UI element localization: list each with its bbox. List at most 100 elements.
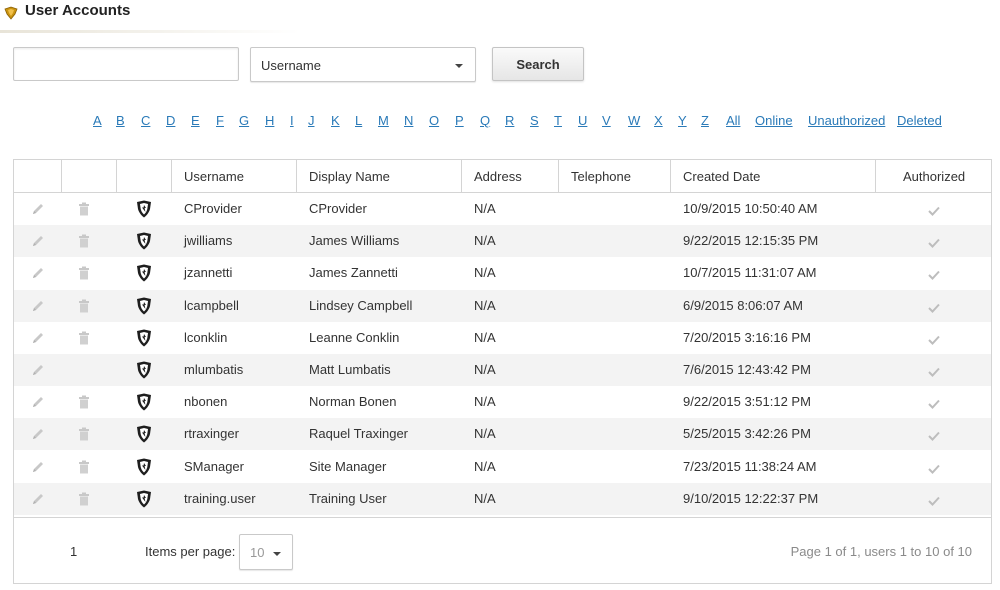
pencil-icon[interactable] (31, 202, 45, 219)
alpha-filter-q[interactable]: Q (480, 113, 490, 128)
trash-icon[interactable] (78, 299, 90, 316)
col-authorized-header[interactable]: Authorized (876, 160, 991, 193)
alpha-filter-r[interactable]: R (505, 113, 514, 128)
col-address-header[interactable]: Address (462, 160, 559, 193)
checkmark-icon (928, 462, 940, 477)
alpha-filter-y[interactable]: Y (678, 113, 687, 128)
alpha-filter-s[interactable]: S (530, 113, 539, 128)
items-per-page-select[interactable]: 10 (239, 534, 293, 570)
alpha-filter-k[interactable]: K (331, 113, 340, 128)
checkmark-icon (928, 236, 940, 251)
alpha-filter-g[interactable]: G (239, 113, 249, 128)
alpha-filter-x[interactable]: X (654, 113, 663, 128)
filter-all[interactable]: All (726, 113, 740, 128)
pencil-icon[interactable] (31, 363, 45, 380)
checkmark-icon (928, 365, 940, 380)
alpha-filter-c[interactable]: C (141, 113, 150, 128)
shield-icon (136, 425, 152, 446)
pencil-icon[interactable] (31, 234, 45, 251)
search-button[interactable]: Search (492, 47, 584, 81)
shield-icon (136, 297, 152, 318)
search-input[interactable] (13, 47, 239, 81)
table-row: mlumbatis Matt Lumbatis N/A 7/6/2015 12:43:… (14, 354, 991, 386)
trash-icon[interactable] (78, 266, 90, 283)
col-username-header[interactable]: Username (172, 160, 297, 193)
alpha-filter-t[interactable]: T (554, 113, 562, 128)
table-row: lconklin Leanne Conklin N/A 7/20/2015 3:16:… (14, 322, 991, 354)
address-cell: N/A (474, 265, 496, 281)
alpha-filter-i[interactable]: I (290, 113, 294, 128)
checkmark-icon (928, 268, 940, 283)
shield-icon (136, 264, 152, 285)
alpha-filter-o[interactable]: O (429, 113, 439, 128)
module-icon (4, 6, 18, 20)
column-header-label: Created Date (683, 169, 761, 184)
alpha-filter-v[interactable]: V (602, 113, 611, 128)
checkmark-icon (928, 204, 940, 219)
trash-icon[interactable] (78, 460, 90, 477)
alpha-filter-l[interactable]: L (355, 113, 362, 128)
shield-icon (136, 490, 152, 511)
display-name-cell: Matt Lumbatis (309, 362, 391, 377)
created-date-cell: 9/10/2015 12:22:37 PM (683, 490, 819, 506)
alpha-filter-m[interactable]: M (378, 113, 389, 128)
alpha-filter-n[interactable]: N (404, 113, 413, 128)
pencil-icon[interactable] (31, 331, 45, 348)
alpha-filter-z[interactable]: Z (701, 113, 709, 128)
title-underline (0, 30, 300, 33)
address-cell: N/A (474, 201, 496, 216)
alpha-filter-d[interactable]: D (166, 113, 175, 128)
filter-deleted[interactable]: Deleted (897, 113, 942, 128)
alpha-filter-a[interactable]: A (93, 113, 102, 128)
address-cell: N/A (474, 362, 496, 377)
filter-unauthorized[interactable]: Unauthorized (808, 113, 885, 128)
alpha-filter-h[interactable]: H (265, 113, 274, 128)
alpha-filter-f[interactable]: F (216, 113, 224, 128)
items-per-page-label: Items per page: (145, 544, 236, 559)
alpha-filter-b[interactable]: B (116, 113, 125, 128)
created-date-cell: 10/9/2015 10:50:40 AM (683, 201, 818, 216)
table-row: lcampbell Lindsey Campbell N/A 6/9/2015 8:0… (14, 289, 991, 322)
search-field-select[interactable]: Username (250, 47, 476, 82)
trash-icon[interactable] (78, 395, 90, 412)
pencil-icon[interactable] (31, 395, 45, 412)
created-date-cell: 9/22/2015 12:15:35 PM (683, 233, 819, 249)
trash-icon[interactable] (78, 202, 90, 219)
alpha-filter-j[interactable]: J (308, 113, 315, 128)
username-cell: rtraxinger (184, 426, 239, 442)
display-name-cell: Lindsey Campbell (309, 297, 413, 313)
trash-icon[interactable] (78, 492, 90, 509)
users-grid: Username Display Name Address Telephone Crea… (13, 159, 992, 584)
chevron-down-icon (455, 64, 463, 68)
column-header-label: Telephone (571, 169, 631, 184)
created-date-cell: 9/22/2015 3:51:12 PM (683, 394, 811, 410)
pencil-icon[interactable] (31, 427, 45, 444)
alpha-filter-p[interactable]: P (455, 113, 464, 128)
filter-online[interactable]: Online (755, 113, 793, 128)
pencil-icon[interactable] (31, 266, 45, 283)
chevron-down-icon (273, 552, 281, 556)
alpha-filter-w[interactable]: W (628, 113, 640, 128)
grid-footer: 1 Items per page: 10 Page 1 of 1, users … (14, 517, 991, 583)
pencil-icon[interactable] (31, 460, 45, 477)
table-row: CProvider CProvider N/A 10/9/2015 10:50:40 … (14, 193, 991, 225)
alpha-filter-e[interactable]: E (191, 113, 200, 128)
trash-icon[interactable] (78, 331, 90, 348)
pencil-icon[interactable] (31, 299, 45, 316)
username-cell: lconklin (184, 329, 228, 345)
grid-header: Username Display Name Address Telephone Crea… (14, 160, 991, 193)
col-display-name-header[interactable]: Display Name (297, 160, 462, 193)
alpha-filter-u[interactable]: U (578, 113, 587, 128)
username-cell: lcampbell (184, 297, 239, 313)
pencil-icon[interactable] (31, 492, 45, 509)
address-cell: N/A (474, 490, 496, 506)
page-number-link[interactable]: 1 (70, 544, 77, 559)
col-telephone-header[interactable]: Telephone (559, 160, 671, 193)
trash-icon[interactable] (78, 427, 90, 444)
trash-icon[interactable] (78, 234, 90, 251)
created-date-cell: 7/20/2015 3:16:16 PM (683, 329, 811, 345)
checkmark-icon (928, 494, 940, 509)
address-cell: N/A (474, 458, 496, 474)
table-row: jwilliams James Williams N/A 9/22/2015 12:1… (14, 225, 991, 258)
col-created-date-header[interactable]: Created Date (671, 160, 876, 193)
